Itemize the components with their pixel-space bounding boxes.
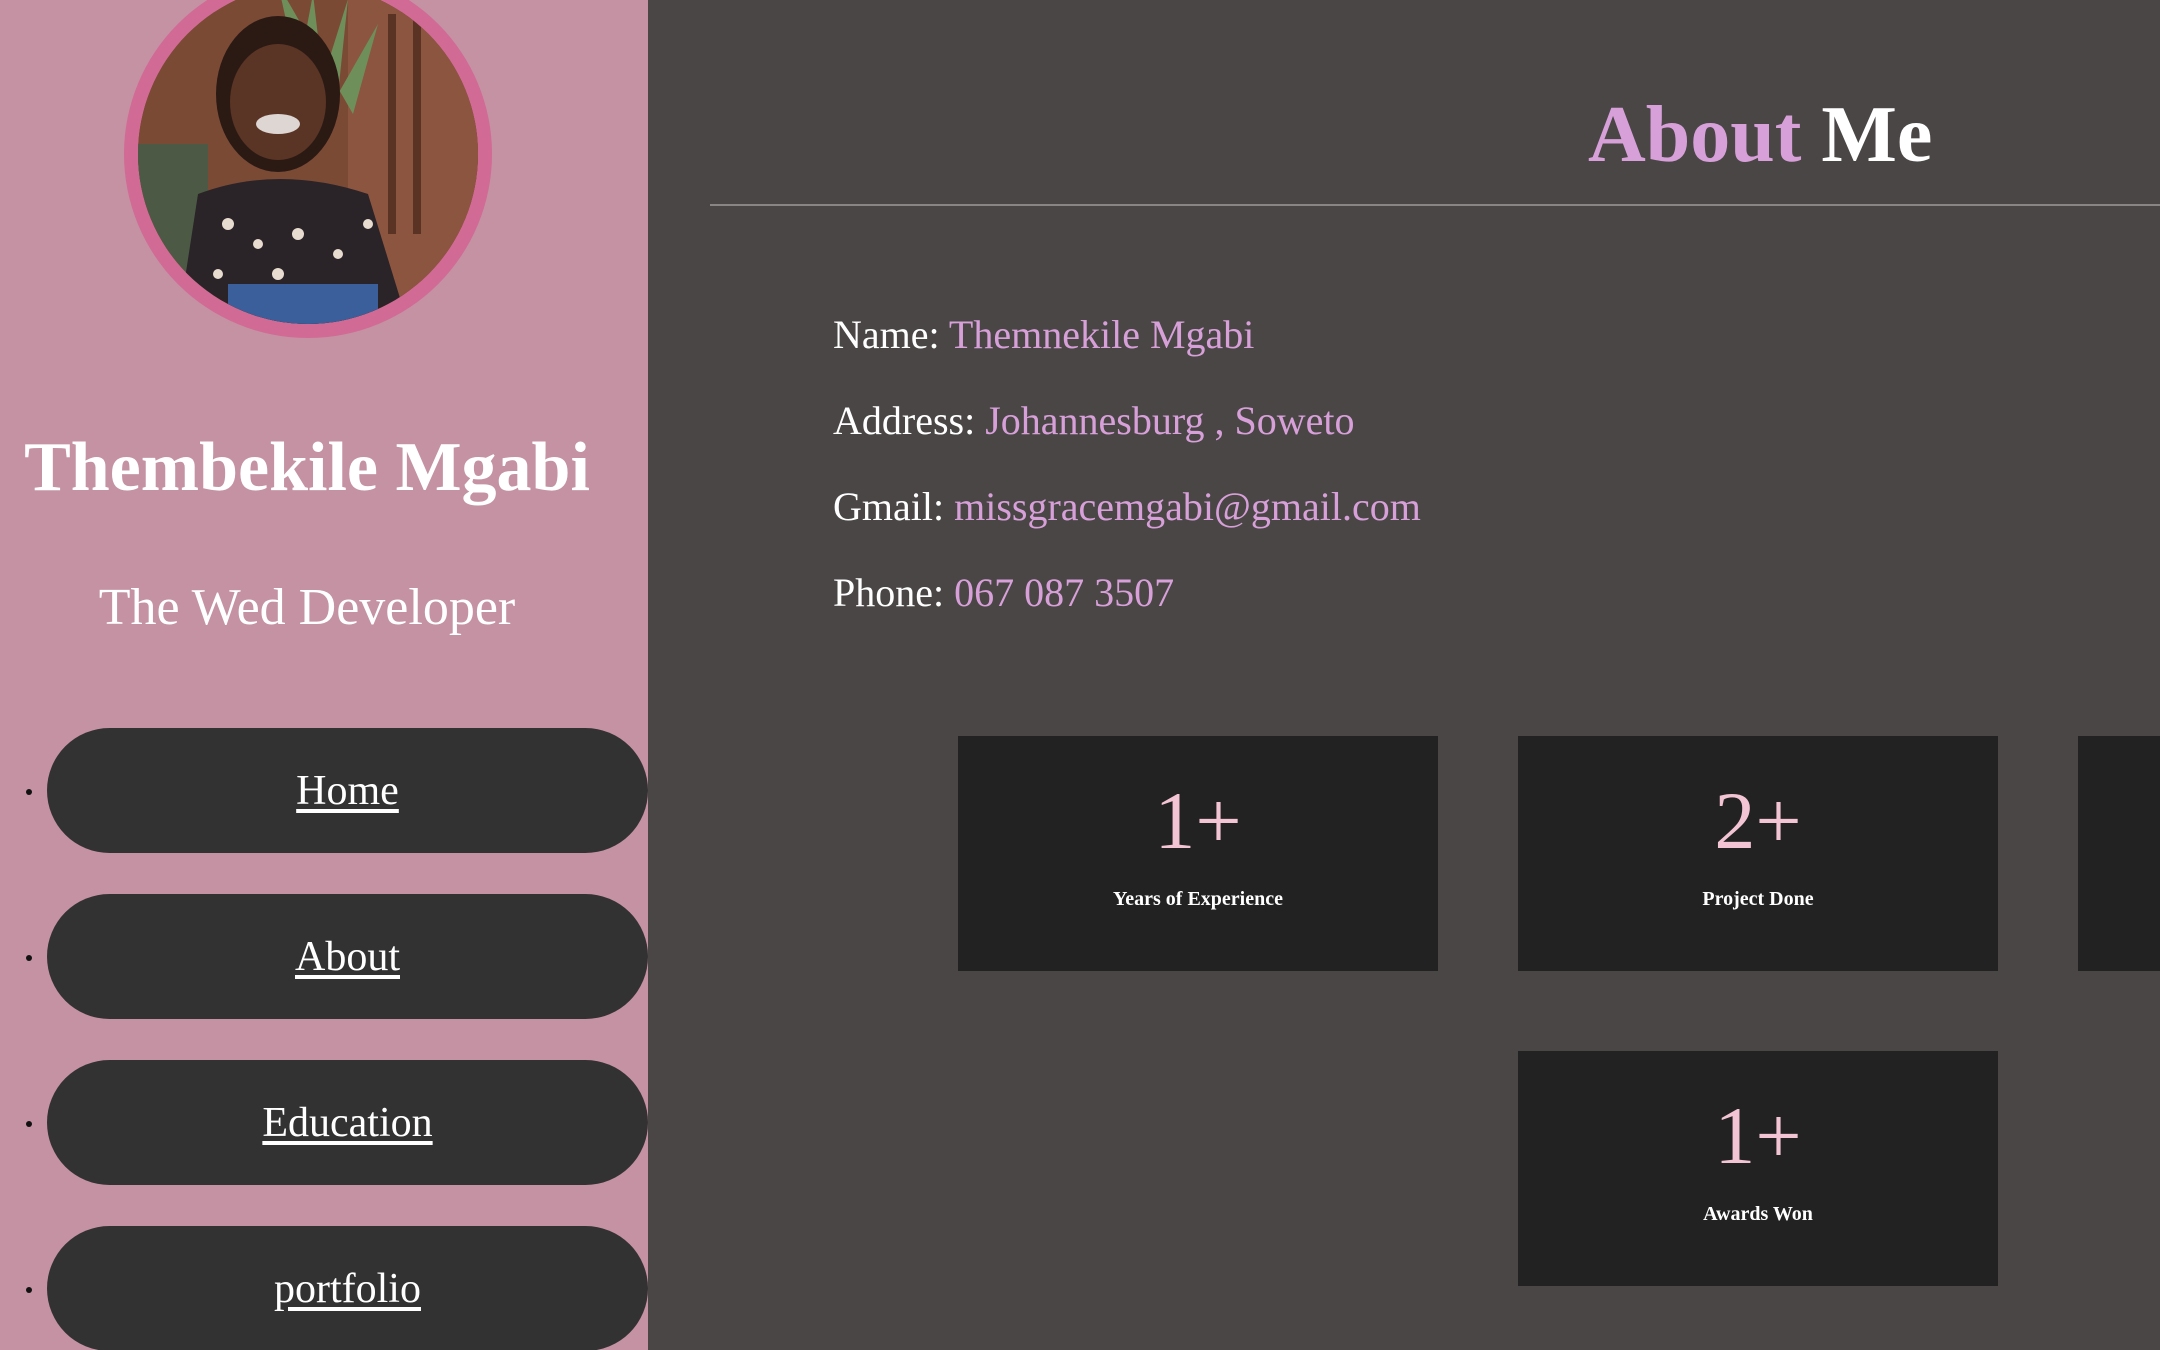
stat-label: Project Done	[1702, 888, 1814, 910]
nav-item-about[interactable]: About	[47, 894, 648, 1019]
stat-card-partial	[2078, 736, 2160, 971]
info-row-name: Name: Themnekile Mgabi	[833, 311, 1254, 358]
nav-link-home[interactable]: Home	[296, 767, 399, 815]
bullet-icon	[26, 955, 32, 961]
info-label: Gmail:	[833, 484, 945, 529]
info-value: 067 087 3507	[954, 570, 1175, 615]
stat-card-awards: 1+ Awards Won	[1518, 1051, 1998, 1286]
stat-card-projects: 2+ Project Done	[1518, 736, 1998, 971]
info-value: missgracemgabi@gmail.com	[954, 484, 1421, 529]
info-row-gmail: Gmail: missgracemgabi@gmail.com	[833, 483, 1421, 530]
nav-link-portfolio[interactable]: portfolio	[274, 1265, 421, 1313]
stat-label: Years of Experience	[1113, 888, 1283, 910]
info-row-phone: Phone: 067 087 3507	[833, 569, 1174, 616]
page-title: About Me	[1588, 90, 1932, 181]
stat-number: 2+	[1714, 775, 1802, 866]
info-row-address: Address: Johannesburg , Soweto	[833, 397, 1354, 444]
page-title-rest: Me	[1821, 91, 1933, 179]
stat-number: 1+	[1154, 775, 1242, 866]
info-label: Phone:	[833, 570, 945, 615]
page-title-accent: About	[1588, 91, 1802, 179]
nav-link-about[interactable]: About	[295, 933, 400, 981]
bullet-icon	[26, 789, 32, 795]
stat-number: 1+	[1714, 1090, 1802, 1181]
bullet-icon	[26, 1287, 32, 1293]
page: Thembekile Mgabi The Wed Developer Home …	[0, 0, 2160, 1350]
nav-item-home[interactable]: Home	[47, 728, 648, 853]
stat-label: Awards Won	[1703, 1203, 1813, 1225]
nav-link-education[interactable]: Education	[262, 1099, 432, 1147]
stat-card-experience: 1+ Years of Experience	[958, 736, 1438, 971]
info-label: Address:	[833, 398, 976, 443]
info-value: Johannesburg , Soweto	[985, 398, 1355, 443]
info-value: Themnekile Mgabi	[948, 312, 1255, 357]
sidebar-nav: Home About Education portfolio	[0, 0, 648, 1350]
title-divider	[710, 204, 2160, 206]
bullet-icon	[26, 1121, 32, 1127]
sidebar: Thembekile Mgabi The Wed Developer Home …	[0, 0, 648, 1350]
info-label: Name:	[833, 312, 940, 357]
nav-item-portfolio[interactable]: portfolio	[47, 1226, 648, 1350]
nav-item-education[interactable]: Education	[47, 1060, 648, 1185]
